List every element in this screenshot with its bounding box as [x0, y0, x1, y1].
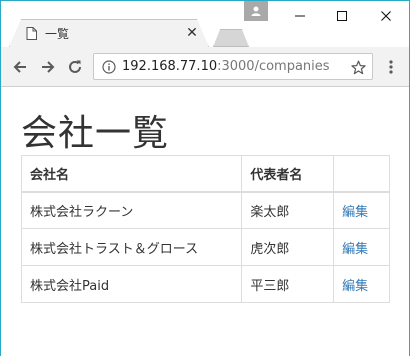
url-host: 192.168.77.10 [122, 59, 218, 74]
action-cell: 編集 [333, 191, 390, 229]
company-name-cell: 株式会社トラスト＆グロース [20, 228, 243, 266]
company-name-cell: 株式会社ラクーン [20, 191, 243, 229]
representative-cell: 虎次郎 [241, 228, 335, 266]
close-window-button[interactable] [364, 1, 408, 31]
active-tab[interactable]: 一覧 ✕ [9, 19, 209, 47]
browser-toolbar: 192.168.77.10:3000/companies [1, 47, 409, 87]
table-row: 株式会社トラスト＆グロース 虎次郎 編集 [20, 228, 390, 266]
header-company-name: 会社名 [20, 155, 243, 193]
company-name-cell: 株式会社Paid [20, 265, 243, 303]
representative-cell: 楽太郎 [241, 191, 335, 229]
table-row: 株式会社ラクーン 楽太郎 編集 [20, 191, 390, 229]
page-icon [25, 26, 37, 40]
reload-icon[interactable] [65, 57, 85, 77]
browser-window: 一覧 ✕ 192.168.77.10:3000/companies 会社一覧 会… [0, 0, 410, 356]
action-cell: 編集 [333, 265, 390, 303]
menu-dots-icon[interactable] [383, 57, 399, 77]
tab-title: 一覧 [45, 26, 70, 41]
forward-arrow-icon[interactable] [38, 57, 58, 77]
header-representative: 代表者名 [241, 155, 335, 193]
back-arrow-icon[interactable] [10, 57, 30, 77]
companies-table: 会社名 代表者名 株式会社ラクーン 楽太郎 編集 株式会社トラスト＆グロース 虎… [20, 155, 390, 303]
table-row: 株式会社Paid 平三郎 編集 [20, 265, 390, 303]
minimize-button[interactable] [278, 1, 322, 31]
profile-icon[interactable] [244, 1, 268, 21]
page-title: 会社一覧 [21, 113, 170, 154]
page-content: 会社一覧 会社名 代表者名 株式会社ラクーン 楽太郎 編集 株式会社トラスト＆グ… [1, 88, 409, 356]
new-tab-button[interactable] [213, 29, 249, 47]
bookmark-star-icon[interactable] [350, 59, 366, 75]
action-cell: 編集 [333, 228, 390, 266]
address-bar[interactable]: 192.168.77.10:3000/companies [93, 53, 373, 80]
tab-close-icon[interactable]: ✕ [184, 25, 200, 41]
table-header-row: 会社名 代表者名 [20, 155, 390, 193]
edit-link[interactable]: 編集 [342, 205, 368, 220]
url-text: 192.168.77.10:3000/companies [122, 59, 330, 74]
info-icon[interactable] [101, 59, 116, 74]
edit-link[interactable]: 編集 [342, 242, 368, 257]
representative-cell: 平三郎 [241, 265, 335, 303]
header-actions [333, 155, 390, 193]
edit-link[interactable]: 編集 [342, 279, 368, 294]
maximize-button[interactable] [320, 1, 364, 31]
title-bar: 一覧 ✕ [1, 1, 409, 47]
url-path: :3000/companies [217, 59, 330, 74]
